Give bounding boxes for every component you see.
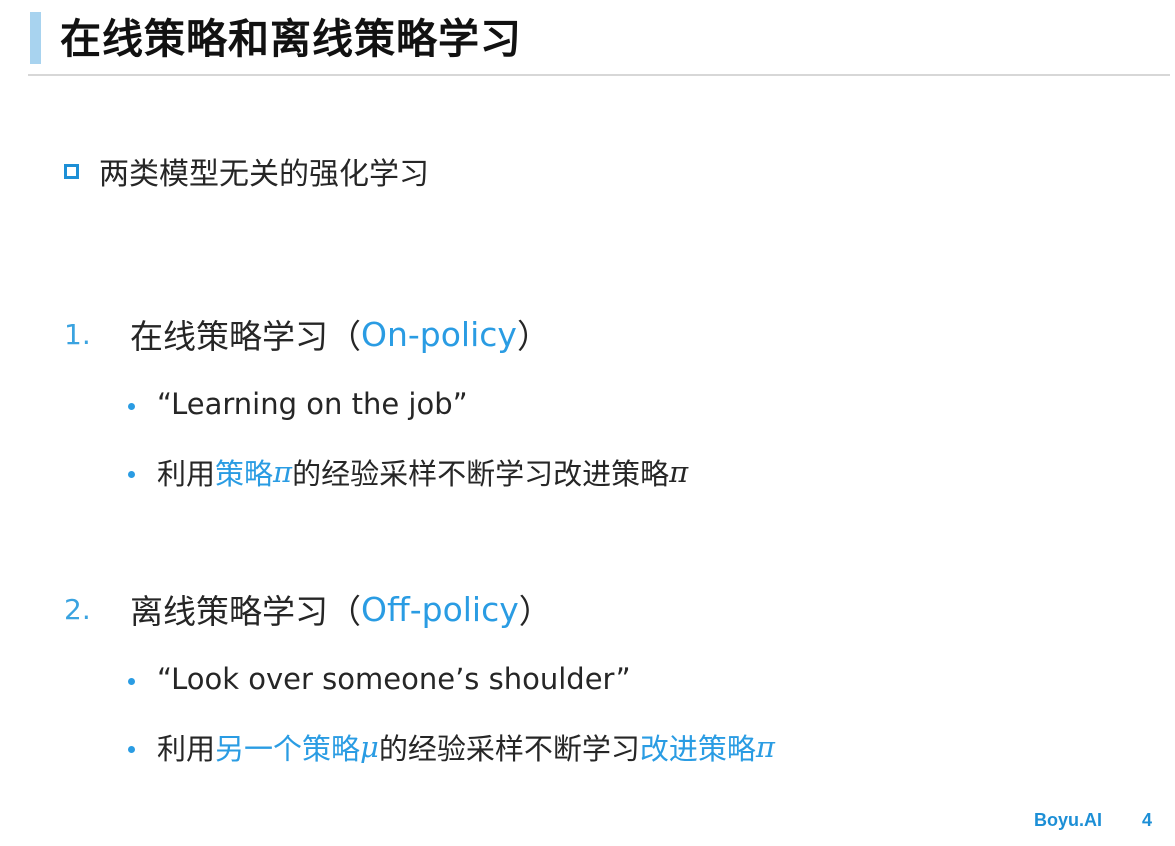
section-heading-text: 两类模型无关的强化学习	[99, 157, 429, 192]
bullet-text: “Learning on the job”	[157, 387, 468, 421]
bullet-off-policy-description: 利用 另一个策略 μ 的经验采样不断学习 改进策略 π	[128, 725, 775, 769]
hollow-square-bullet-icon	[64, 163, 79, 179]
list-number: 2.	[64, 592, 91, 626]
policy-symbol: π	[755, 730, 775, 764]
item-close-paren: ）	[516, 317, 550, 356]
bullet-on-policy-description: 利用 策略 π 的经验采样不断学习改进策略 π	[128, 450, 688, 494]
policy-symbol: π	[273, 455, 293, 489]
bullet-mid: 的经验采样不断学习	[378, 732, 640, 766]
item-term: Off-policy	[361, 589, 519, 629]
title-divider	[28, 74, 1170, 76]
item-label: 离线策略学习（	[130, 592, 361, 631]
bullet-dot-icon	[128, 470, 135, 478]
list-number: 1.	[64, 317, 91, 351]
footer-brand: Boyu.AI	[1034, 810, 1103, 830]
list-item-off-policy: 2. 离线策略学习（ Off-policy）	[64, 586, 552, 632]
bullet-dot-icon	[128, 402, 135, 410]
item-label: 在线策略学习（	[130, 317, 361, 356]
bullet-quote-off-policy: “Look over someone’s shoulder”	[128, 657, 631, 701]
bullet-mid: 的经验采样不断学习改进策略	[292, 457, 670, 491]
bullet-dot-icon	[128, 677, 135, 685]
item-term: On-policy	[361, 314, 517, 354]
bullet-accent-text: 策略	[215, 457, 274, 491]
bullet-pre: 利用	[157, 457, 216, 491]
list-item-on-policy: 1. 在线策略学习（ On-policy）	[64, 311, 550, 357]
policy-symbol: π	[669, 455, 689, 489]
slide-title: 在线策略和离线策略学习	[60, 15, 522, 63]
page-number: 4	[1142, 810, 1153, 830]
bullet-accent-text: 改进策略	[639, 732, 756, 766]
behavior-policy-symbol: μ	[360, 730, 379, 764]
bullet-text: “Look over someone’s shoulder”	[157, 662, 631, 696]
item-close-paren: ）	[518, 592, 552, 631]
title-accent-bar	[30, 12, 41, 64]
bullet-accent-text: 另一个策略	[215, 732, 361, 766]
section-heading: 两类模型无关的强化学习	[64, 150, 429, 192]
bullet-quote-on-policy: “Learning on the job”	[128, 382, 468, 426]
bullet-pre: 利用	[157, 732, 216, 766]
bullet-dot-icon	[128, 745, 135, 753]
